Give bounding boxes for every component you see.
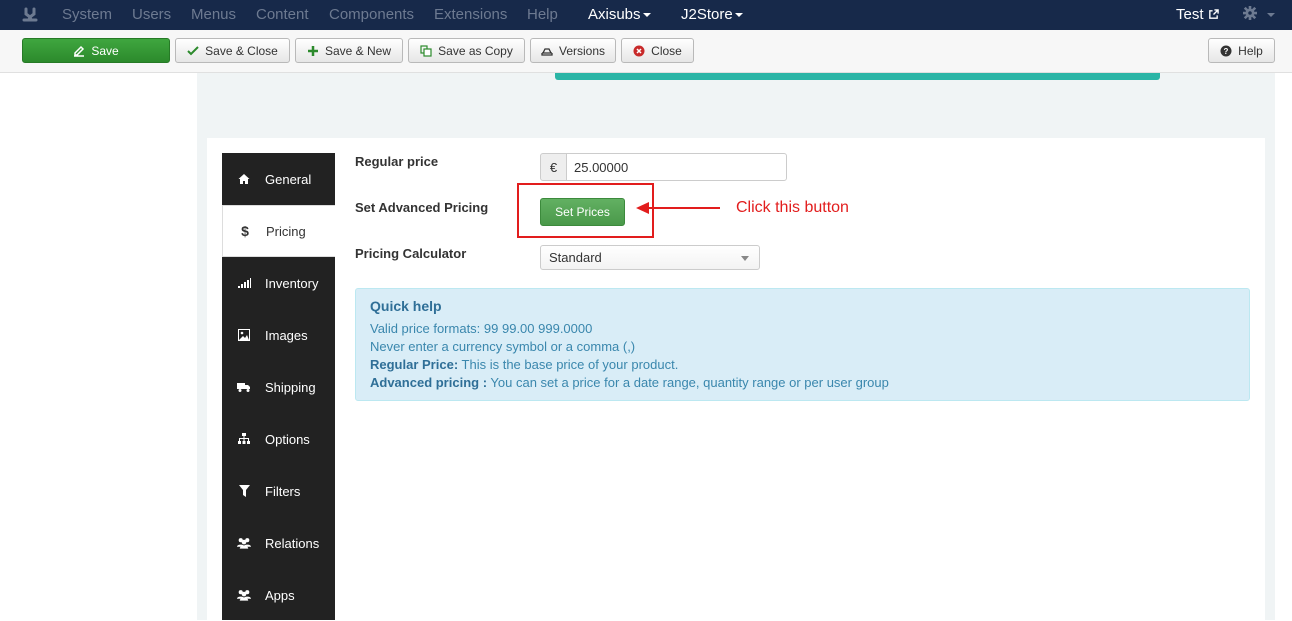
users-icon (237, 588, 251, 602)
nav-site-menu[interactable]: Axisubs (588, 6, 651, 23)
save-button-label: Save (91, 43, 119, 58)
save-new-button[interactable]: Save & New (295, 38, 403, 63)
nav-component-menu[interactable]: J2Store (681, 6, 743, 23)
tab-pricing[interactable]: $ Pricing (222, 205, 335, 257)
product-tabs: General $ Pricing Inventory Images Shipp… (222, 153, 335, 620)
versions-button[interactable]: Versions (530, 38, 616, 63)
save-button[interactable]: Save (22, 38, 170, 63)
nav-component-menu-label: J2Store (681, 6, 733, 23)
signal-icon (237, 276, 251, 290)
nav-users[interactable]: Users (132, 6, 171, 23)
tab-filters-label: Filters (265, 483, 301, 499)
external-link-icon (1208, 9, 1219, 19)
quick-help-box: Quick help Valid price formats: 99 99.00… (355, 288, 1250, 401)
tab-options[interactable]: Options (222, 413, 335, 465)
regular-price-label: Regular price (355, 154, 439, 169)
close-label: Close (651, 43, 682, 58)
top-navbar: System Users Menus Content Components Ex… (0, 0, 1292, 30)
tab-relations-label: Relations (265, 535, 320, 551)
nav-system[interactable]: System (62, 6, 112, 23)
tab-apps-label: Apps (265, 587, 295, 603)
tab-shipping-label: Shipping (265, 379, 316, 395)
save-copy-button[interactable]: Save as Copy (408, 38, 525, 63)
nav-site-menu-label: Axisubs (588, 6, 641, 23)
caret-down-icon (734, 13, 743, 18)
pricing-calculator-label: Pricing Calculator (355, 246, 467, 261)
user-menu[interactable]: Test (1176, 6, 1219, 23)
help-regular-price-desc: This is the base price of your product. (458, 357, 679, 372)
tab-general-label: General (265, 171, 312, 187)
tab-images[interactable]: Images (222, 309, 335, 361)
user-name: Test (1176, 6, 1204, 23)
pricing-calculator-value: Standard (549, 250, 602, 265)
help-regular-price-term: Regular Price: (370, 357, 459, 372)
tab-filters[interactable]: Filters (222, 465, 335, 517)
help-label: Help (1238, 43, 1263, 58)
plus-icon (307, 45, 318, 56)
truck-icon (237, 380, 251, 394)
archive-icon (541, 47, 553, 56)
help-line-regular-price: Regular Price: This is the base price of… (370, 357, 678, 372)
help-advanced-pricing-term: Advanced pricing : (370, 375, 488, 390)
dollar-icon: $ (241, 223, 249, 239)
tab-apps[interactable]: Apps (222, 569, 335, 621)
save-close-label: Save & Close (205, 43, 278, 58)
caret-down-icon (1267, 13, 1276, 18)
left-margin (0, 73, 197, 620)
right-margin (1275, 73, 1292, 620)
help-button[interactable]: ? Help (1208, 38, 1275, 63)
nav-extensions[interactable]: Extensions (434, 6, 507, 23)
users-icon (237, 536, 251, 550)
tab-images-label: Images (265, 327, 308, 343)
save-close-button[interactable]: Save & Close (175, 38, 290, 63)
save-new-label: Save & New (324, 43, 392, 58)
save-copy-label: Save as Copy (438, 43, 513, 58)
help-advanced-pricing-desc: You can set a price for a date range, qu… (487, 375, 889, 390)
arrow-left-icon (636, 202, 720, 214)
settings-menu[interactable] (1243, 6, 1276, 23)
home-icon (237, 172, 251, 186)
nav-content[interactable]: Content (256, 6, 309, 23)
pricing-calculator-select[interactable]: Standard (540, 245, 760, 270)
svg-text:?: ? (1224, 47, 1229, 56)
toolbar: Save Save & Close Save & New Save as Cop… (0, 30, 1292, 73)
nav-components[interactable]: Components (329, 6, 414, 23)
tab-inventory[interactable]: Inventory (222, 257, 335, 309)
tab-general[interactable]: General (222, 153, 335, 205)
help-line-advanced-pricing: Advanced pricing : You can set a price f… (370, 375, 889, 390)
nav-menus[interactable]: Menus (191, 6, 236, 23)
quick-help-title: Quick help (370, 298, 442, 314)
image-icon (237, 328, 251, 342)
annotation-text: Click this button (736, 199, 849, 216)
gear-icon (1243, 6, 1257, 20)
check-icon (187, 45, 199, 55)
joomla-logo-icon[interactable] (20, 5, 40, 25)
cancel-circle-icon (633, 45, 645, 56)
advanced-pricing-label: Set Advanced Pricing (355, 200, 489, 215)
tab-inventory-label: Inventory (265, 275, 319, 291)
question-circle-icon: ? (1220, 45, 1232, 56)
tab-relations[interactable]: Relations (222, 517, 335, 569)
help-line-formats: Valid price formats: 99 99.00 999.0000 (370, 321, 593, 336)
currency-symbol: € (540, 153, 567, 181)
tab-pricing-label: Pricing (266, 223, 306, 239)
tab-shipping[interactable]: Shipping (222, 361, 335, 413)
regular-price-input[interactable] (566, 153, 787, 181)
tab-indicator-bar (555, 73, 1160, 80)
versions-label: Versions (558, 43, 606, 58)
chevron-down-icon (741, 256, 749, 261)
nav-help[interactable]: Help (527, 6, 558, 23)
close-button[interactable]: Close (621, 38, 694, 63)
sitemap-icon (237, 432, 251, 446)
help-line-currency: Never enter a currency symbol or a comma… (370, 339, 636, 354)
copy-icon (420, 44, 432, 57)
caret-down-icon (642, 13, 651, 18)
tab-options-label: Options (265, 431, 310, 447)
filter-icon (237, 484, 251, 498)
edit-icon (74, 45, 85, 57)
